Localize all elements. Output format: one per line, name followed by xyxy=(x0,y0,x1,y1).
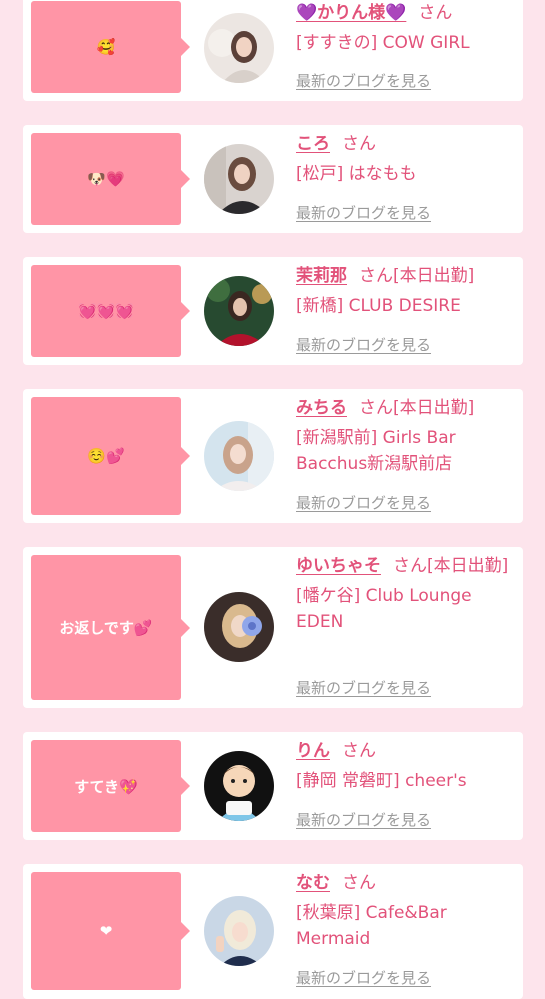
message-card: 🐶💗 ころ さん [松戸] はなもも 最新のブログを見る xyxy=(23,125,523,233)
message-card: 🥰 💜かりん様💜 さん [すすきの] COW GIRL 最新のブログを見る xyxy=(23,0,523,101)
name-line: 茉莉那 さん[本日出勤] xyxy=(296,263,511,289)
name-suffix: さん xyxy=(418,3,453,23)
message-bubble: すてき💖 xyxy=(31,740,190,832)
message-bubble: 🐶💗 xyxy=(31,133,190,225)
message-bubble: ☺️💕 xyxy=(31,397,190,515)
profile-name-link[interactable]: ゆいちゃそ xyxy=(296,556,381,576)
name-suffix: さん xyxy=(342,741,376,761)
message-bubble: 💓💓💓 xyxy=(31,265,190,357)
name-suffix: さん[本日出勤] xyxy=(359,398,475,418)
card-info: りん さん [静岡 常磐町] cheer's xyxy=(296,738,511,794)
name-line: なむ さん xyxy=(296,870,511,896)
avatar[interactable] xyxy=(204,13,274,83)
avatar-photo-icon xyxy=(204,13,274,83)
latest-blog-link[interactable]: 最新のブログを見る xyxy=(296,70,431,91)
message-text: お返しです💕 xyxy=(59,619,153,637)
avatar-photo-icon xyxy=(204,144,274,214)
name-line: ゆいちゃそ さん[本日出勤] xyxy=(296,553,511,579)
name-line: みちる さん[本日出勤] xyxy=(296,395,511,421)
profile-name-link[interactable]: ころ xyxy=(296,134,330,154)
avatar[interactable] xyxy=(204,421,274,491)
avatar[interactable] xyxy=(204,751,274,821)
message-text: 🥰 xyxy=(96,38,116,56)
message-text: ❤ xyxy=(99,922,113,940)
avatar[interactable] xyxy=(204,896,274,966)
latest-blog-link[interactable]: 最新のブログを見る xyxy=(296,809,431,830)
name-line: 💜かりん様💜 さん xyxy=(296,0,511,26)
shop-text: [秋葉原] Cafe&Bar Mermaid xyxy=(296,903,447,949)
shop-text: [幡ケ谷] Club Lounge EDEN xyxy=(296,586,472,632)
message-card: すてき💖 りん さん [静岡 常磐町] cheer's 最新のブログを見る xyxy=(23,732,523,840)
latest-blog-link[interactable]: 最新のブログを見る xyxy=(296,492,431,513)
latest-blog-link[interactable]: 最新のブログを見る xyxy=(296,334,431,355)
message-bubble: 🥰 xyxy=(31,1,190,93)
card-info: 茉莉那 さん[本日出勤] [新橋] CLUB DESIRE xyxy=(296,263,511,319)
message-text: 🐶💗 xyxy=(87,170,125,188)
message-card: ❤ なむ さん [秋葉原] Cafe&Bar Mermaid 最新のブログを見る xyxy=(23,864,523,999)
card-info: みちる さん[本日出勤] [新潟駅前] Girls Bar Bacchus新潟駅前… xyxy=(296,395,511,477)
avatar[interactable] xyxy=(204,592,274,662)
name-suffix: さん xyxy=(342,134,376,154)
card-info: ころ さん [松戸] はなもも xyxy=(296,131,511,187)
name-line: りん さん xyxy=(296,738,511,764)
avatar-illustration-icon xyxy=(204,751,274,821)
message-card: お返しです💕 ゆいちゃそ さん[本日出勤] [幡ケ谷] Club Lounge E… xyxy=(23,547,523,708)
profile-name-link[interactable]: 茉莉那 xyxy=(296,266,347,286)
message-bubble: ❤ xyxy=(31,872,190,990)
name-suffix: さん[本日出勤] xyxy=(393,556,509,576)
latest-blog-link[interactable]: 最新のブログを見る xyxy=(296,967,431,988)
shop-text: [新潟駅前] Girls Bar Bacchus新潟駅前店 xyxy=(296,428,456,474)
avatar-photo-icon xyxy=(204,421,274,491)
latest-blog-link[interactable]: 最新のブログを見る xyxy=(296,677,431,698)
profile-name-link[interactable]: 💜かりん様💜 xyxy=(296,3,406,23)
shop-text: [松戸] はなもも xyxy=(296,164,417,184)
message-card: 💓💓💓 茉莉那 さん[本日出勤] [新橋] CLUB DESIRE 最新のブログを… xyxy=(23,257,523,365)
name-suffix: さん[本日出勤] xyxy=(359,266,475,286)
avatar-photo-icon xyxy=(204,276,274,346)
name-suffix: さん xyxy=(342,873,376,893)
profile-name-link[interactable]: みちる xyxy=(296,398,347,418)
avatar-photo-icon xyxy=(204,896,274,966)
card-info: 💜かりん様💜 さん [すすきの] COW GIRL xyxy=(296,0,511,56)
name-line: ころ さん xyxy=(296,131,511,157)
message-text: 💓💓💓 xyxy=(77,302,135,320)
avatar[interactable] xyxy=(204,144,274,214)
message-text: ☺️💕 xyxy=(87,447,125,465)
card-info: ゆいちゃそ さん[本日出勤] [幡ケ谷] Club Lounge EDEN xyxy=(296,553,511,635)
card-info: なむ さん [秋葉原] Cafe&Bar Mermaid xyxy=(296,870,511,952)
shop-text: [すすきの] COW GIRL xyxy=(296,33,470,53)
avatar[interactable] xyxy=(204,276,274,346)
shop-text: [新橋] CLUB DESIRE xyxy=(296,296,461,316)
shop-text: [静岡 常磐町] cheer's xyxy=(296,771,467,791)
avatar-photo-icon xyxy=(204,592,274,662)
message-bubble: お返しです💕 xyxy=(31,555,190,700)
profile-name-link[interactable]: なむ xyxy=(296,873,330,893)
message-text: すてき💖 xyxy=(74,777,138,796)
latest-blog-link[interactable]: 最新のブログを見る xyxy=(296,202,431,223)
message-card: ☺️💕 みちる さん[本日出勤] [新潟駅前] Girls Bar Bacchus… xyxy=(23,389,523,523)
profile-name-link[interactable]: りん xyxy=(296,741,330,761)
